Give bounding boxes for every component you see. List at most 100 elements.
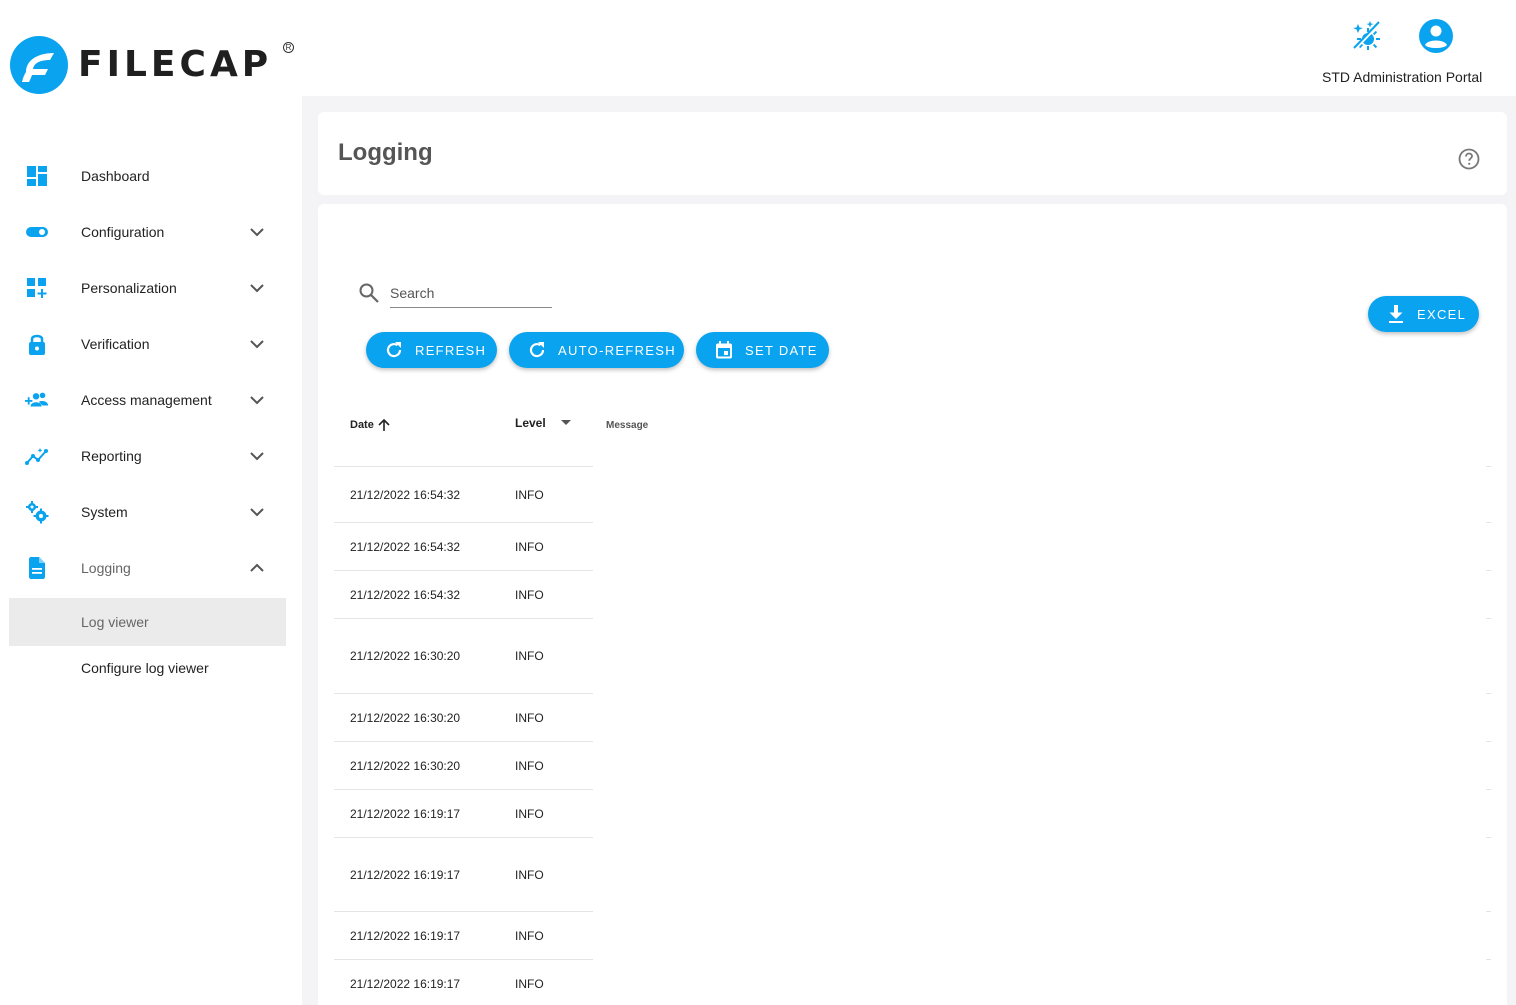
- cell-date: 21/12/2022 16:54:32: [350, 488, 461, 502]
- row-divider: [1486, 837, 1491, 838]
- table-row[interactable]: 21/12/2022 16:19:17 INFO: [334, 789, 593, 837]
- sidebar-item-personalization[interactable]: Personalization: [9, 264, 286, 312]
- dropdown-arrow-icon: [560, 420, 571, 425]
- registered-mark: R: [283, 42, 294, 53]
- column-header-message[interactable]: Message: [606, 420, 648, 431]
- row-divider: [1486, 522, 1491, 523]
- table-row[interactable]: 21/12/2022 16:54:32 INFO: [334, 570, 593, 618]
- set-date-label: SET DATE: [745, 342, 818, 358]
- account-circle-icon[interactable]: [1416, 16, 1456, 56]
- sidebar-subitem-label: Configure log viewer: [81, 660, 209, 676]
- sidebar-item-label: Personalization: [81, 280, 177, 296]
- search-icon: [359, 283, 379, 303]
- cell-level: INFO: [515, 977, 544, 991]
- gears-icon: [25, 500, 49, 524]
- column-header-date[interactable]: Date: [350, 418, 391, 432]
- sidebar-item-label: Reporting: [81, 448, 142, 464]
- group-add-icon: [25, 388, 49, 412]
- row-divider: [1486, 741, 1491, 742]
- cell-level: INFO: [515, 488, 544, 502]
- arrow-up-icon: [378, 418, 390, 431]
- cell-date: 21/12/2022 16:54:32: [350, 588, 461, 602]
- help-icon[interactable]: [1458, 148, 1480, 170]
- sidebar-item-label: Configuration: [81, 224, 165, 240]
- row-divider: [1486, 911, 1491, 912]
- page-header-card: Logging: [318, 112, 1507, 195]
- cell-level: INFO: [515, 588, 544, 602]
- table-row[interactable]: 21/12/2022 16:19:17 INFO: [334, 837, 593, 911]
- sidebar-item-access-management[interactable]: Access management: [9, 376, 286, 424]
- sidebar-item-reporting[interactable]: Reporting: [9, 432, 286, 480]
- row-divider: [1486, 959, 1491, 960]
- set-date-button[interactable]: SET DATE: [696, 332, 829, 368]
- brand-name: FILECAP: [78, 44, 273, 85]
- excel-export-button[interactable]: EXCEL: [1368, 296, 1479, 332]
- page-title: Logging: [338, 139, 433, 166]
- sidebar-subitem-configure-log-viewer[interactable]: Configure log viewer: [9, 644, 286, 692]
- column-header-label: Date: [350, 419, 374, 431]
- sidebar-nav: Dashboard Configuration Personalization …: [0, 96, 302, 1005]
- search-input[interactable]: [390, 278, 552, 308]
- row-divider: [1486, 693, 1491, 694]
- excel-label: EXCEL: [1417, 306, 1467, 322]
- cell-level: INFO: [515, 649, 544, 663]
- chevron-down-icon[interactable]: [247, 390, 267, 410]
- theme-toggle-icon[interactable]: [1346, 16, 1386, 56]
- cell-date: 21/12/2022 16:19:17: [350, 868, 461, 882]
- sidebar-subitem-log-viewer[interactable]: Log viewer: [9, 598, 286, 646]
- sidebar-item-label: Verification: [81, 336, 150, 352]
- document-icon: [25, 556, 49, 580]
- cell-date: 21/12/2022 16:54:32: [350, 540, 461, 554]
- sidebar-item-label: Dashboard: [81, 168, 150, 184]
- row-divider: [1486, 789, 1491, 790]
- main-content: Logging REFRESH AUTO-REFRESH: [302, 96, 1516, 1005]
- chevron-down-icon[interactable]: [247, 222, 267, 242]
- auto-refresh-label: AUTO-REFRESH: [558, 342, 676, 358]
- chevron-down-icon[interactable]: [247, 278, 267, 298]
- sidebar-item-label: System: [81, 504, 128, 520]
- auto-refresh-button[interactable]: AUTO-REFRESH: [509, 332, 684, 368]
- table-row[interactable]: 21/12/2022 16:30:20 INFO: [334, 741, 593, 789]
- refresh-icon: [384, 340, 404, 360]
- column-header-level[interactable]: Level: [515, 416, 572, 430]
- insights-icon: [25, 444, 49, 468]
- column-header-label: Level: [515, 416, 546, 430]
- chevron-down-icon[interactable]: [247, 502, 267, 522]
- cell-level: INFO: [515, 929, 544, 943]
- table-row[interactable]: 21/12/2022 16:54:32 INFO: [334, 522, 593, 570]
- sidebar-item-label: Access management: [81, 392, 212, 408]
- table-row[interactable]: 21/12/2022 16:54:32 INFO: [334, 466, 593, 522]
- table-row[interactable]: 21/12/2022 16:19:17 INFO: [334, 959, 593, 1005]
- table-row[interactable]: 21/12/2022 16:30:20 INFO: [334, 693, 593, 741]
- sidebar-item-configuration[interactable]: Configuration: [9, 208, 286, 256]
- cell-level: INFO: [515, 711, 544, 725]
- sidebar-item-dashboard[interactable]: Dashboard: [9, 152, 286, 200]
- sidebar-item-logging[interactable]: Logging: [9, 544, 286, 592]
- search-field: [358, 278, 552, 310]
- sidebar-item-label: Logging: [81, 560, 131, 576]
- dashboard-icon: [25, 164, 49, 188]
- chevron-up-icon[interactable]: [247, 558, 267, 578]
- sidebar-item-system[interactable]: System: [9, 488, 286, 536]
- toggle-icon: [25, 220, 49, 244]
- cell-date: 21/12/2022 16:30:20: [350, 649, 461, 663]
- filecap-logo-icon: [10, 36, 68, 94]
- refresh-label: REFRESH: [415, 342, 487, 358]
- cell-level: INFO: [515, 807, 544, 821]
- portal-label: STD Administration Portal: [1322, 69, 1483, 85]
- chevron-down-icon[interactable]: [247, 446, 267, 466]
- app-header: FILECAP R STD Administration Portal: [0, 0, 1516, 96]
- table-row[interactable]: 21/12/2022 16:19:17 INFO: [334, 911, 593, 959]
- sidebar-subitem-label: Log viewer: [81, 614, 149, 630]
- filecap-logo[interactable]: FILECAP R: [10, 36, 294, 94]
- chevron-down-icon[interactable]: [247, 334, 267, 354]
- calendar-icon: [714, 340, 734, 360]
- download-icon: [1386, 304, 1406, 324]
- lock-icon: [25, 332, 49, 356]
- sidebar-item-verification[interactable]: Verification: [9, 320, 286, 368]
- refresh-button[interactable]: REFRESH: [366, 332, 497, 368]
- cell-level: INFO: [515, 759, 544, 773]
- log-viewer-card: REFRESH AUTO-REFRESH SET DATE EXCEL Date: [318, 204, 1507, 1005]
- cell-date: 21/12/2022 16:19:17: [350, 929, 461, 943]
- table-row[interactable]: 21/12/2022 16:30:20 INFO: [334, 618, 593, 693]
